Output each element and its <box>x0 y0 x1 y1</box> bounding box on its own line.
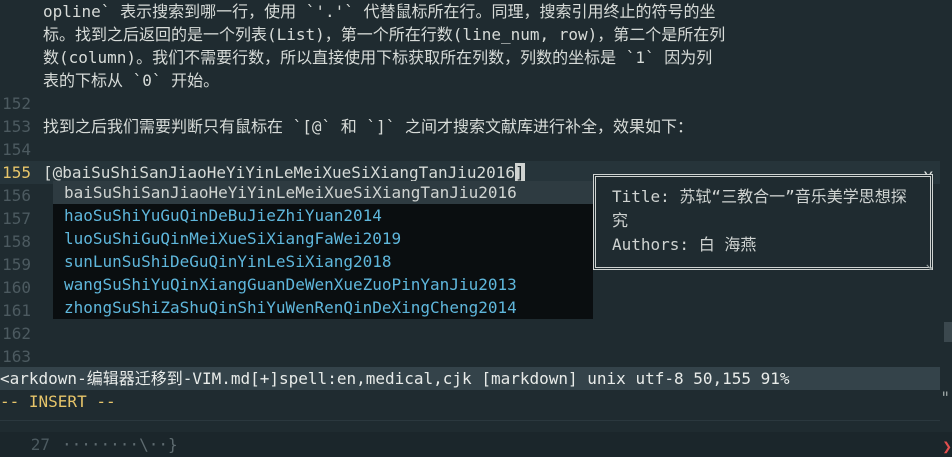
editor-wrapped-line-4: 表的下标从 `0` 开始。 <box>0 69 940 92</box>
register-indicator: " <box>940 388 950 407</box>
line-text: 标。找到之后返回的是一个列表(List)，第一个所在行数(line_num, r… <box>43 25 726 44</box>
editor-line[interactable]: 163 <box>0 345 940 368</box>
line-number: 159 <box>2 255 31 274</box>
status-line: <arkdown-编辑器迁移到-VIM.md[+]spell:en,medica… <box>0 367 940 390</box>
preview-frame: Title: 苏轼“三教合一”音乐美学思想探究 Authors: 白 海燕 <box>593 174 933 270</box>
completion-item[interactable]: sunLunSuShiDeGuQinYinLeSiXiang2018 <box>53 250 593 273</box>
completion-item[interactable]: luoSuShiGuQinMeiXueSiXiangFaWei2019 <box>53 227 593 250</box>
citation-input: [@baiSuShiSanJiaoHeYiYinLeMeiXueSiXiangT… <box>43 163 516 182</box>
status-text: <arkdown-编辑器迁移到-VIM.md[+]spell:en,medica… <box>0 369 790 388</box>
chevron-right-icon: ❯ <box>942 437 952 456</box>
completion-item-selected[interactable]: baiSuShiSanJiaoHeYiYinLeMeiXueSiXiangTan… <box>53 181 593 204</box>
citation-preview-window: X Title: 苏轼“三教合一”音乐美学思想探究 Authors: 白 海燕 … <box>593 168 933 274</box>
completion-item[interactable]: zhongSuShiZaShuQinShiYuWenRenQinDeXingCh… <box>53 296 593 319</box>
editor-line[interactable]: 152 <box>0 92 940 115</box>
scrollbar-thumb[interactable] <box>944 322 952 342</box>
line-text: 表的下标从 `0` 开始。 <box>43 71 220 90</box>
completion-item[interactable]: haoSuShiYuGuQinDeBuJieZhiYuan2014 <box>53 204 593 227</box>
editor-wrapped-line-2: 标。找到之后返回的是一个列表(List)，第一个所在行数(line_num, r… <box>0 23 940 46</box>
preview-authors: Authors: 白 海燕 <box>612 235 757 254</box>
preview-title: Title: 苏轼“三教合一”音乐美学思想探究 <box>612 187 907 230</box>
line-number: 163 <box>2 347 31 366</box>
text-cursor: ] <box>515 163 525 182</box>
completion-item[interactable]: wangSuShiYuQinXiangGuanDeWenXueZuoPinYan… <box>53 273 593 296</box>
editor-wrapped-line-3: 数(column)。我们不需要行数，所以直接使用下标获取所在列数，列数的坐标是 … <box>0 46 940 69</box>
editor-line[interactable]: 162 <box>0 322 940 345</box>
editor-line[interactable]: 153 找到之后我们需要判断只有鼠标在 `[@` 和 `]` 之间才搜索文献库进行… <box>0 115 940 138</box>
line-text: opline` 表示搜索到哪一行，使用 `'.'` 代替鼠标所在行。同理，搜索引… <box>43 2 716 21</box>
line-number: 162 <box>2 324 31 343</box>
pane-divider <box>0 420 940 421</box>
line-number: 157 <box>2 209 31 228</box>
line-text: ········\··} <box>62 435 178 454</box>
line-number: 152 <box>2 94 31 113</box>
line-number: 158 <box>2 232 31 251</box>
line-number: 155 <box>2 163 31 182</box>
line-number: 27 <box>30 435 50 454</box>
completion-popup: baiSuShiSanJiaoHeYiYinLeMeiXueSiXiangTan… <box>53 181 593 319</box>
line-number: 153 <box>2 117 31 136</box>
mode-indicator: -- INSERT -- <box>0 392 116 411</box>
line-number: 154 <box>2 140 31 159</box>
line-number: 161 <box>2 301 31 320</box>
editor-wrapped-line-1: opline` 表示搜索到哪一行，使用 `'.'` 代替鼠标所在行。同理，搜索引… <box>0 0 940 23</box>
editor-line[interactable]: 154 <box>0 138 940 161</box>
resize-grip-icon[interactable]: ↘ <box>925 259 933 274</box>
line-number: 156 <box>2 186 31 205</box>
line-text: 数(column)。我们不需要行数，所以直接使用下标获取所在列数，列数的坐标是 … <box>43 48 713 67</box>
line-text: 找到之后我们需要判断只有鼠标在 `[@` 和 `]` 之间才搜索文献库进行补全，… <box>43 117 693 136</box>
line-number: 160 <box>2 278 31 297</box>
